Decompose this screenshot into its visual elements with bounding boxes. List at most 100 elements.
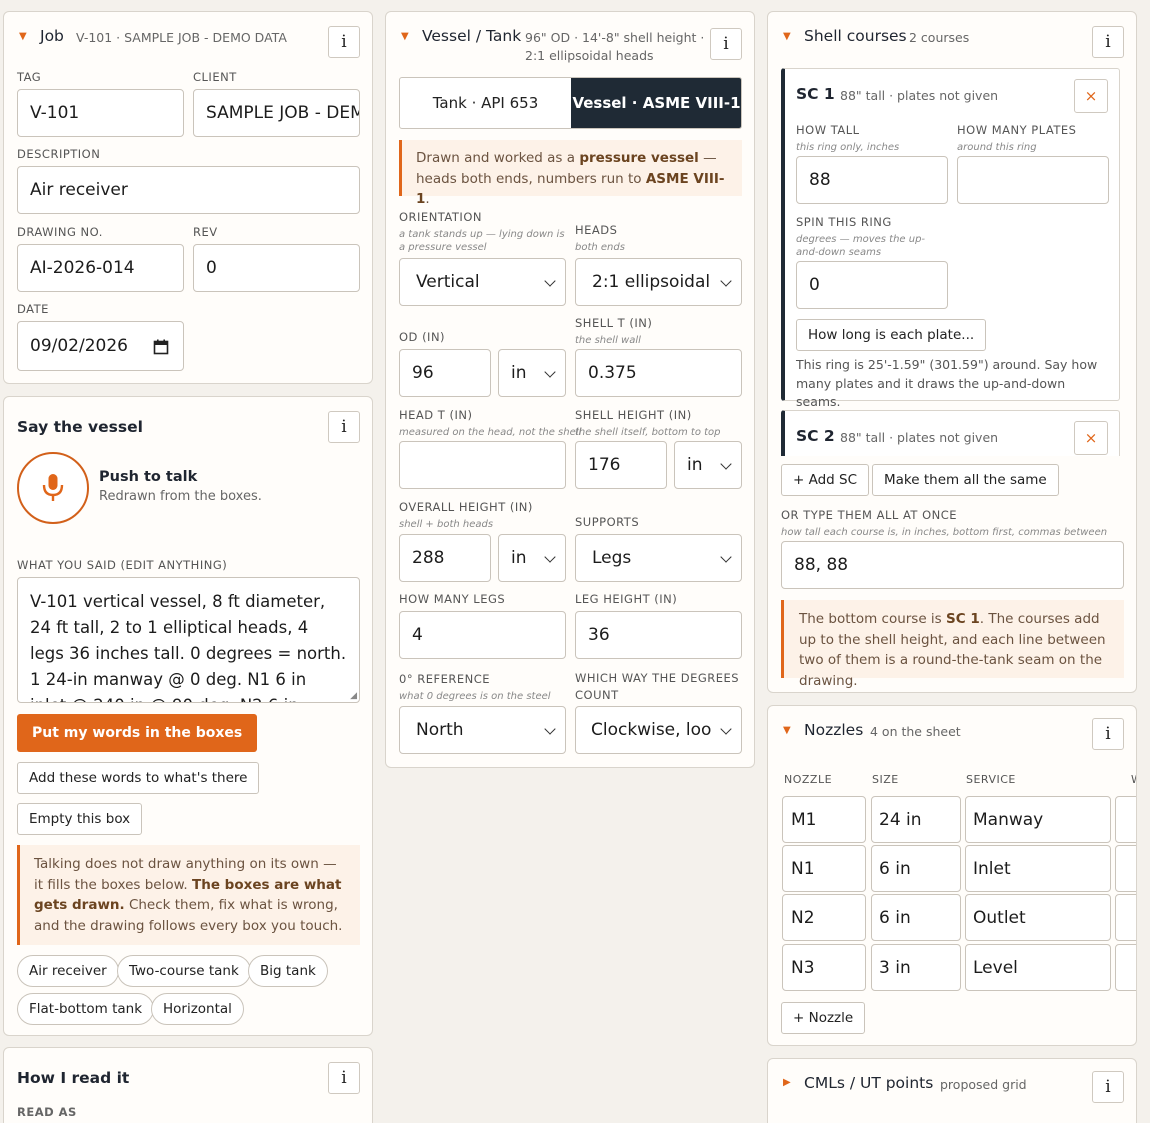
tab-vessel[interactable]: Vessel · ASME VIII-1 — [571, 78, 741, 128]
push-to-talk-button[interactable] — [17, 452, 89, 524]
nozzles-subtitle: 4 on the sheet — [870, 724, 961, 739]
empty-box-button[interactable]: Empty this box — [17, 803, 143, 835]
collapse-triangle-icon[interactable]: ▼ — [19, 31, 27, 42]
nozzle-w[interactable] — [1115, 894, 1136, 941]
shell-note-b: SC 1 — [946, 611, 980, 627]
collapse-triangle-icon[interactable]: ▼ — [401, 31, 409, 42]
od-input[interactable]: 96 — [399, 349, 491, 397]
nozzles-info-button[interactable]: i — [1092, 718, 1124, 750]
cml-info-button[interactable]: i — [1092, 1071, 1124, 1103]
same-button[interactable]: Make them all the same — [872, 464, 1059, 496]
nozzle-size[interactable]: 6 in — [871, 894, 961, 941]
leg-h-label: LEG HEIGHT (IN) — [575, 592, 678, 606]
resize-handle-icon[interactable]: ◢ — [350, 691, 357, 701]
sc2-name: SC 2 — [796, 427, 835, 445]
tab-tank[interactable]: Tank · API 653 — [400, 78, 571, 128]
sc1-tall-label: HOW TALL — [796, 123, 860, 137]
add-sc-button[interactable]: + Add SC — [781, 464, 870, 496]
col-nozzle: NOZZLE — [784, 773, 833, 786]
shell-h-unit-select[interactable]: in — [674, 441, 742, 489]
supports-select[interactable]: Legs — [575, 534, 742, 582]
vessel-subtitle-1: 96" OD · 14'-8" shell height · — [525, 30, 705, 45]
add-nozzle-button[interactable]: + Nozzle — [781, 1002, 866, 1034]
legs-input[interactable]: 4 — [399, 611, 566, 659]
said-textarea[interactable]: V-101 vertical vessel, 8 ft diameter, 24… — [17, 577, 360, 703]
heads-select[interactable]: 2:1 ellipsoidal — [575, 258, 742, 306]
sc1-tall-input[interactable]: 88 — [796, 156, 948, 204]
sc2-remove-button[interactable]: × — [1074, 421, 1108, 455]
dir-select[interactable]: Clockwise, looking down — [575, 706, 742, 754]
sc1-tall-hint: this ring only, inches — [796, 142, 900, 153]
sc2-meta: 88" tall · plates not given — [840, 430, 999, 445]
sc1-name: SC 1 — [796, 85, 835, 103]
put-words-button[interactable]: Put my words in the boxes — [17, 714, 258, 752]
leg-h-input[interactable]: 36 — [575, 611, 742, 659]
cml-subtitle: proposed grid — [940, 1077, 1027, 1092]
say-info-button[interactable]: i — [328, 411, 360, 443]
ref-label: 0° REFERENCE — [399, 672, 491, 686]
nozzle-name[interactable]: N1 — [782, 845, 866, 892]
expand-triangle-icon[interactable]: ▶ — [783, 1077, 791, 1088]
vessel-note: Drawn and worked as a pressure vessel — … — [399, 140, 742, 207]
nozzle-service[interactable]: Outlet — [965, 894, 1111, 941]
nozzles-title: Nozzles — [804, 721, 864, 739]
sc1-spin-input[interactable]: 0 — [796, 261, 948, 309]
read-info-button[interactable]: i — [328, 1062, 360, 1094]
nozzle-size[interactable]: 6 in — [871, 845, 961, 892]
type-all-hint: how tall each course is, in inches, bott… — [781, 527, 1108, 538]
sc1-plate-length-button[interactable]: How long is each plate... — [796, 319, 987, 351]
od-unit-select[interactable]: in — [498, 349, 566, 397]
heads-label: HEADS — [575, 223, 618, 237]
read-as-label: READ AS — [17, 1105, 77, 1119]
ref-select[interactable]: North — [399, 706, 566, 754]
nozzle-size[interactable]: 3 in — [871, 944, 961, 991]
orientation-select[interactable]: Vertical — [399, 258, 566, 306]
client-input[interactable]: SAMPLE JOB - DEMO DATA — [193, 89, 360, 137]
shell-h-label: SHELL HEIGHT (IN) — [575, 408, 692, 422]
nozzle-size[interactable]: 24 in — [871, 796, 961, 843]
calendar-icon[interactable] — [153, 339, 169, 355]
nozzle-name[interactable]: M1 — [782, 796, 866, 843]
head-t-input[interactable] — [399, 441, 566, 489]
client-label: CLIENT — [193, 70, 237, 84]
close-icon: × — [1084, 429, 1098, 447]
add-words-button[interactable]: Add these words to what's there — [17, 762, 260, 794]
overall-input[interactable]: 288 — [399, 534, 491, 582]
nozzle-name[interactable]: N3 — [782, 944, 866, 991]
nozzle-service[interactable]: Manway — [965, 796, 1111, 843]
course-sc1: SC 1 88" tall · plates not given × HOW T… — [781, 68, 1120, 409]
nozzle-w[interactable] — [1115, 845, 1136, 892]
preset-flat-bottom-tank[interactable]: Flat-bottom tank — [17, 993, 155, 1025]
type-all-input[interactable]: 88, 88 — [781, 541, 1124, 589]
preset-air-receiver[interactable]: Air receiver — [17, 955, 119, 987]
drawing-input[interactable]: AI-2026-014 — [17, 244, 184, 292]
ref-hint: what 0 degrees is on the steel — [399, 691, 551, 702]
collapse-triangle-icon[interactable]: ▼ — [783, 31, 791, 42]
preset-big-tank[interactable]: Big tank — [248, 955, 328, 987]
date-input[interactable]: 09/02/2026 — [17, 321, 184, 371]
job-info-button[interactable]: i — [328, 26, 360, 58]
nozzles-card: ▼ Nozzles 4 on the sheet i NOZZLE SIZE S… — [767, 705, 1137, 1046]
collapse-triangle-icon[interactable]: ▼ — [783, 725, 791, 736]
sc1-plates-input[interactable] — [957, 156, 1109, 204]
rev-input[interactable]: 0 — [193, 244, 360, 292]
legs-label: HOW MANY LEGS — [399, 592, 506, 606]
overall-unit-select[interactable]: in — [498, 534, 566, 582]
shell-info-button[interactable]: i — [1092, 26, 1124, 58]
shell-h-input[interactable]: 176 — [575, 441, 667, 489]
nozzle-service[interactable]: Level — [965, 944, 1111, 991]
sc1-remove-button[interactable]: × — [1074, 79, 1108, 113]
vessel-info-button[interactable]: i — [710, 28, 742, 60]
tag-input[interactable]: V-101 — [17, 89, 184, 137]
sc1-plates-hint: around this ring — [957, 142, 1037, 153]
nozzle-name[interactable]: N2 — [782, 894, 866, 941]
preset-two-course-tank[interactable]: Two-course tank — [117, 955, 251, 987]
shell-t-input[interactable]: 0.375 — [575, 349, 742, 397]
nozzle-w[interactable] — [1115, 944, 1136, 991]
shell-subtitle: 2 courses — [909, 30, 970, 45]
description-input[interactable]: Air receiver — [17, 166, 360, 214]
preset-horizontal[interactable]: Horizontal — [151, 993, 244, 1025]
nozzle-service[interactable]: Inlet — [965, 845, 1111, 892]
nozzle-w[interactable] — [1115, 796, 1136, 843]
drawing-label: DRAWING NO. — [17, 225, 103, 239]
